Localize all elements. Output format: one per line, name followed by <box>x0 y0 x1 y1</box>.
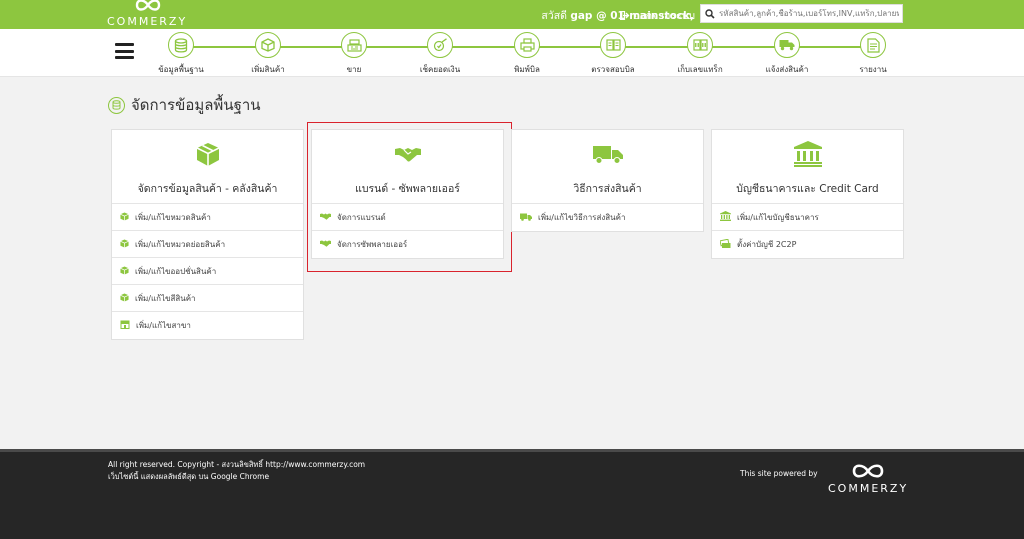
footer: All right reserved. Copyright - สงวนลิขส… <box>0 449 1024 539</box>
database-icon <box>108 96 125 114</box>
truck-icon <box>592 141 623 167</box>
nav-label: แจ้งส่งสินค้า <box>765 65 809 74</box>
nav-label: ขาย <box>346 65 362 74</box>
main-nav: ข้อมูลพื้นฐาน เพิ่มสินค้า ขาย เช็คยอดเงิ… <box>0 29 1024 77</box>
truck-icon <box>520 213 532 223</box>
card-link-label: เพิ่ม/แก้ไขวิธีการส่งสินค้า <box>538 213 626 222</box>
card-link-product-category[interactable]: เพิ่ม/แก้ไขหมวดสินค้า <box>112 204 303 231</box>
nav-label: เก็บเลขแทร็ก <box>677 65 723 74</box>
database-icon <box>168 32 194 58</box>
card-link-product-color[interactable]: เพิ่ม/แก้ไขสีสินค้า <box>112 285 303 312</box>
copyright-text: All right reserved. Copyright - สงวนลิขส… <box>108 459 365 483</box>
powered-by-text: This site powered by <box>740 469 818 478</box>
nav-label: ตรวจสอบบิล <box>591 65 635 74</box>
nav-item-check-balance[interactable]: เช็คยอดเงิน <box>405 32 475 76</box>
nav-label: ข้อมูลพื้นฐาน <box>158 65 204 74</box>
nav-item-print-bill[interactable]: พิมพ์บิล <box>492 32 562 76</box>
handshake-icon <box>394 141 421 167</box>
card-link-label: เพิ่ม/แก้ไขหมวดย่อยสินค้า <box>135 239 226 249</box>
logout-link[interactable]: ออกจากระบบ <box>620 7 695 24</box>
nav-item-basic-data[interactable]: ข้อมูลพื้นฐาน <box>146 32 216 76</box>
footer-logo-text: COMMERZY <box>828 482 909 495</box>
card-brand-supplier: แบรนด์ - ซัพพลายเออร์ จัดการแบรนด์ จัดกา… <box>311 129 504 259</box>
box-icon <box>120 238 129 250</box>
commerzy-logo[interactable]: COMMERZY <box>107 0 187 29</box>
nav-label: รายงาน <box>859 65 887 74</box>
tracking-icon <box>687 32 713 58</box>
card-link-branch[interactable]: เพิ่ม/แก้ไขสาขา <box>112 312 303 339</box>
bank-icon <box>720 211 731 223</box>
card-link-label: เพิ่ม/แก้ไขสีสินค้า <box>135 293 196 303</box>
card-title: จัดการข้อมูลสินค้า - คลังสินค้า <box>137 183 278 195</box>
card-link-2c2p-settings[interactable]: ตั้งค่าบัญชี 2C2P <box>712 231 903 258</box>
money-check-icon <box>427 32 453 58</box>
card-link-product-subcategory[interactable]: เพิ่ม/แก้ไขหมวดย่อยสินค้า <box>112 231 303 258</box>
page-title: จัดการข้อมูลพื้นฐาน <box>108 93 261 117</box>
money-icon <box>719 238 731 251</box>
card-link-label: ตั้งค่าบัญชี 2C2P <box>737 240 797 249</box>
footer-logo: COMMERZY <box>828 461 908 495</box>
box-icon <box>120 265 129 277</box>
card-product-warehouse: จัดการข้อมูลสินค้า - คลังสินค้า เพิ่ม/แก… <box>111 129 304 340</box>
infinity-logo-icon <box>852 464 884 478</box>
nav-label: เพิ่มสินค้า <box>251 65 285 74</box>
card-link-label: เพิ่ม/แก้ไขออปชั่นสินค้า <box>135 266 217 276</box>
card-link-label: จัดการซัพพลายเออร์ <box>337 240 408 249</box>
cash-register-icon <box>341 32 367 58</box>
report-icon <box>860 32 886 58</box>
sign-out-icon <box>620 11 630 20</box>
nav-item-sell[interactable]: ขาย <box>319 32 389 76</box>
page-title-text: จัดการข้อมูลพื้นฐาน <box>131 96 261 114</box>
card-title: วิธีการส่งสินค้า <box>573 183 642 195</box>
search-icon <box>701 5 719 22</box>
card-shipping-method: วิธีการส่งสินค้า เพิ่ม/แก้ไขวิธีการส่งสิ… <box>511 129 704 232</box>
box-icon <box>120 292 129 304</box>
card-link-label: เพิ่ม/แก้ไขหมวดสินค้า <box>135 212 211 222</box>
nav-item-verify-bill[interactable]: ตรวจสอบบิล <box>578 32 648 76</box>
copyright-line: All right reserved. Copyright - สงวนลิขส… <box>108 460 366 469</box>
nav-label: พิมพ์บิล <box>514 65 540 74</box>
top-bar: COMMERZY สวัสดี gap @ 01-mainstock, ออกจ… <box>0 0 1024 29</box>
nav-item-report[interactable]: รายงาน <box>838 32 908 76</box>
card-header: จัดการข้อมูลสินค้า - คลังสินค้า <box>112 130 303 204</box>
logout-label: ออกจากระบบ <box>633 10 695 22</box>
nav-item-add-product[interactable]: เพิ่มสินค้า <box>233 32 303 76</box>
nav-label: เช็คยอดเงิน <box>419 65 461 74</box>
nav-item-shipping-notice[interactable]: แจ้งส่งสินค้า <box>752 32 822 76</box>
hamburger-menu-icon[interactable] <box>115 43 134 59</box>
card-bank-credit: บัญชีธนาคารและ Credit Card เพิ่ม/แก้ไขบั… <box>711 129 904 259</box>
card-link-label: เพิ่ม/แก้ไขบัญชีธนาคาร <box>737 212 819 222</box>
card-link-bank-account[interactable]: เพิ่ม/แก้ไขบัญชีธนาคาร <box>712 204 903 231</box>
box-icon <box>120 211 129 223</box>
card-header: แบรนด์ - ซัพพลายเออร์ <box>312 130 503 204</box>
infinity-logo-icon <box>135 0 161 11</box>
bill-check-icon <box>600 32 626 58</box>
printer-icon <box>514 32 540 58</box>
box-icon <box>255 32 281 58</box>
browser-note: เว็บไซต์นี้ แสดงผลลัพธ์ดีสุด บน Google C… <box>108 472 270 481</box>
nav-item-tracking[interactable]: เก็บเลขแทร็ก <box>665 32 735 76</box>
card-header: วิธีการส่งสินค้า <box>512 130 703 204</box>
card-link-manage-supplier[interactable]: จัดการซัพพลายเออร์ <box>312 231 503 258</box>
card-header: บัญชีธนาคารและ Credit Card <box>712 130 903 204</box>
search-box[interactable] <box>700 4 903 23</box>
card-link-product-option[interactable]: เพิ่ม/แก้ไขออปชั่นสินค้า <box>112 258 303 285</box>
card-title: บัญชีธนาคารและ Credit Card <box>736 183 879 195</box>
logo-text: COMMERZY <box>107 15 188 28</box>
box-icon <box>196 141 220 167</box>
card-link-shipping-method[interactable]: เพิ่ม/แก้ไขวิธีการส่งสินค้า <box>512 204 703 231</box>
card-link-label: เพิ่ม/แก้ไขสาขา <box>136 321 191 330</box>
search-input[interactable] <box>719 9 899 18</box>
bank-icon <box>793 141 822 167</box>
truck-icon <box>774 32 800 58</box>
card-title: แบรนด์ - ซัพพลายเออร์ <box>355 183 460 195</box>
handshake-icon <box>320 213 331 222</box>
handshake-icon <box>320 240 331 249</box>
card-link-manage-brand[interactable]: จัดการแบรนด์ <box>312 204 503 231</box>
greeting-prefix: สวัสดี <box>541 10 567 22</box>
card-link-label: จัดการแบรนด์ <box>337 212 386 222</box>
store-icon <box>120 320 130 331</box>
footer-divider <box>0 449 1024 452</box>
